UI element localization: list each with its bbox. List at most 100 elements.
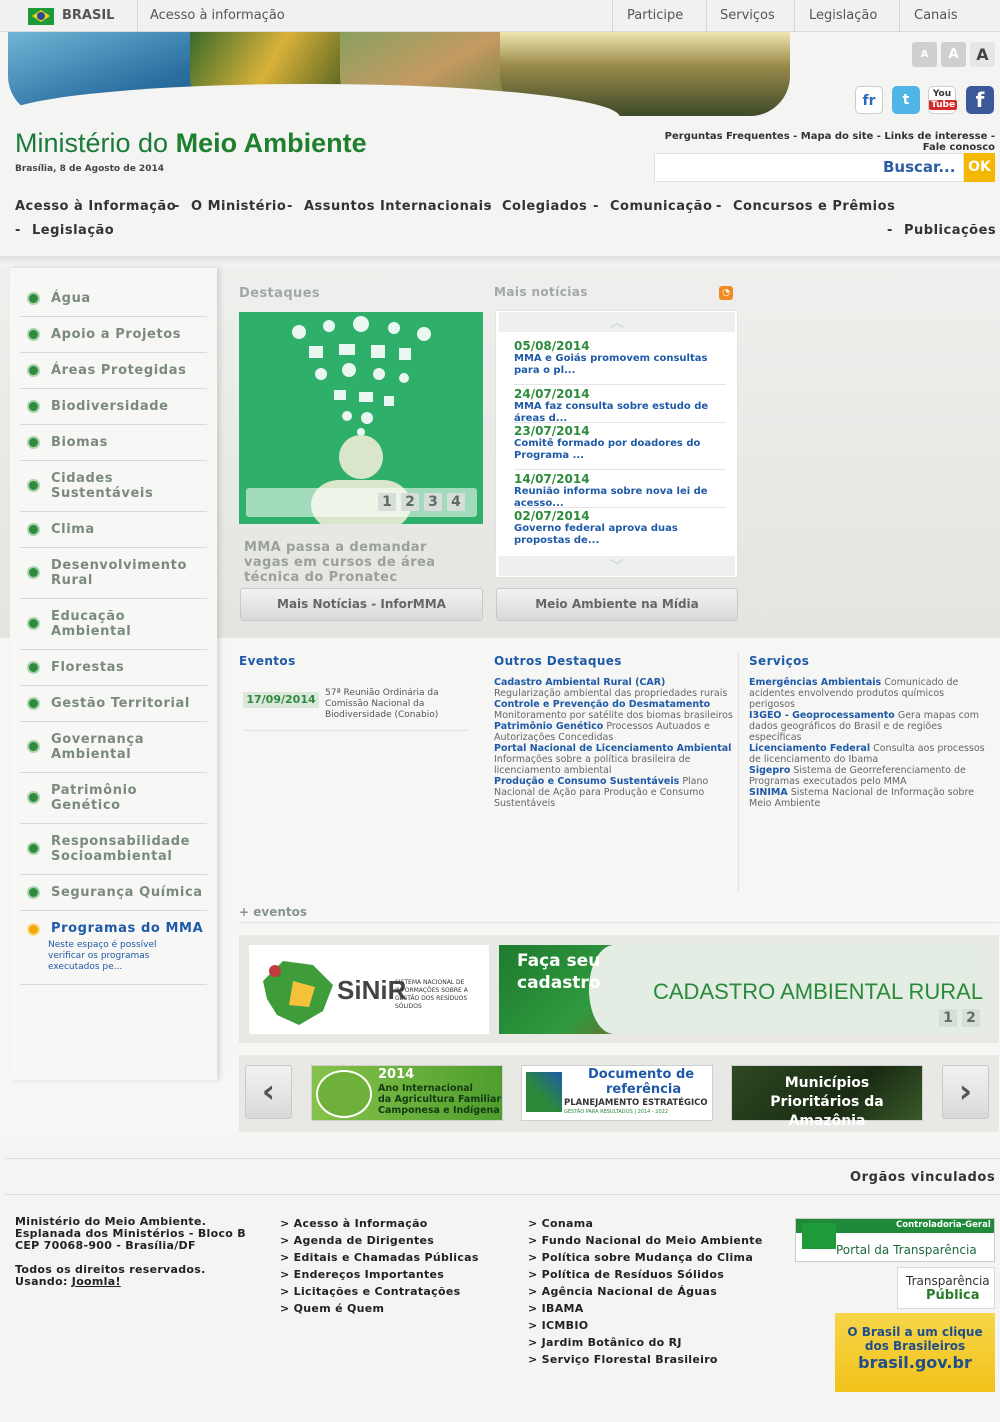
nav-legislacao[interactable]: Legislação (32, 223, 114, 238)
footer-link[interactable]: > Acesso à Informação (280, 1215, 479, 1232)
sidebar-item-seguranca-quimica[interactable]: Segurança Química (20, 875, 207, 911)
servico-item[interactable]: SINIMA Sistema Nacional de Informação so… (749, 787, 989, 809)
outro-item[interactable]: Cadastro Ambiental Rural (CAR) Regulariz… (494, 677, 734, 699)
sidebar-item-clima[interactable]: Clima (20, 512, 207, 548)
car-banner[interactable]: Faça seu cadastro CADASTRO AMBIENTAL RUR… (499, 945, 989, 1034)
nav-acesso-informacao[interactable]: Acesso à Informação (15, 199, 176, 214)
footer-link[interactable]: > Licitações e Contratações (280, 1283, 479, 1300)
footer-link[interactable]: > Fundo Nacional do Meio Ambiente (528, 1232, 763, 1249)
municipios-amazonia-banner[interactable]: Municípios Prioritários da Amazônia (731, 1065, 923, 1129)
gov-canais-link[interactable]: Canais (914, 8, 958, 23)
search-ok-button[interactable]: OK (964, 153, 995, 182)
sidebar-item-biodiversidade[interactable]: Biodiversidade (20, 389, 207, 425)
footer-link[interactable]: > Agência Nacional de Águas (528, 1283, 763, 1300)
sidebar-item-educacao-ambiental[interactable]: Educação Ambiental (20, 599, 207, 650)
footer-link[interactable]: > Conama (528, 1215, 763, 1232)
bullet-icon (27, 842, 40, 855)
sidebar-item-areas-protegidas[interactable]: Áreas Protegidas (20, 353, 207, 389)
carousel-prev-button[interactable]: ‹ (245, 1065, 292, 1119)
banner-page-2[interactable]: 2 (962, 1009, 980, 1027)
banner-page-1[interactable]: 1 (939, 1009, 957, 1027)
gov-access-info-link[interactable]: Acesso à informação (150, 8, 285, 23)
flickr-icon[interactable]: fr (855, 86, 883, 114)
rss-icon[interactable]: ◔ (719, 286, 733, 300)
facebook-icon[interactable]: f (966, 86, 994, 114)
gov-brasil-link[interactable]: BRASIL (62, 8, 114, 23)
mais-eventos-link[interactable]: + eventos (239, 905, 307, 919)
sidebar-item-biomas[interactable]: Biomas (20, 425, 207, 461)
news-item[interactable]: 23/07/2014 Comitê formado por doadores do… (514, 424, 726, 470)
footer-link[interactable]: > Endereços Importantes (280, 1266, 479, 1283)
sinir-banner[interactable]: SiNiR SISTEMA NACIONAL DE INFORMAÇÕES SO… (249, 945, 489, 1034)
search-label[interactable]: Buscar... (883, 158, 955, 176)
agricultura-familiar-banner[interactable]: 2014 Ano Internacional da Agricultura Fa… (311, 1065, 503, 1121)
outro-item[interactable]: Produção e Consumo Sustentáveis Plano Na… (494, 776, 734, 809)
footer-link[interactable]: > Serviço Florestal Brasileiro (528, 1351, 763, 1368)
footer-link[interactable]: > Editais e Chamadas Públicas (280, 1249, 479, 1266)
destaque-page-4[interactable]: 4 (447, 493, 465, 511)
footer-link[interactable]: > Política de Resíduos Sólidos (528, 1266, 763, 1283)
brasil-gov-banner[interactable]: O Brasil a um clique dos Brasileiros bra… (835, 1313, 995, 1392)
evento-text[interactable]: 57ª Reunião Ordinária da Comissão Nacion… (325, 688, 465, 721)
chevron-down-icon[interactable]: ﹀ (499, 556, 735, 576)
font-smaller-button[interactable]: A (912, 42, 937, 67)
destaque-page-3[interactable]: 3 (424, 493, 442, 511)
gov-participe-link[interactable]: Participe (627, 8, 683, 23)
nav-comunicacao[interactable]: Comunicação (610, 199, 712, 214)
footer-link[interactable]: > IBAMA (528, 1300, 763, 1317)
mais-noticias-title: Mais notícias (494, 285, 588, 299)
sidebar-item-apoio-projetos[interactable]: Apoio a Projetos (20, 317, 207, 353)
servico-item[interactable]: Sigepro Sistema de Georreferenciamento d… (749, 765, 989, 787)
carousel-next-button[interactable]: › (942, 1065, 989, 1119)
servico-item[interactable]: I3GEO - Geoprocessamento Gera mapas com … (749, 710, 989, 743)
footer-link[interactable]: > Agenda de Dirigentes (280, 1232, 479, 1249)
font-bigger-button[interactable]: A (970, 42, 995, 67)
nav-publicacoes[interactable]: Publicações (904, 223, 996, 238)
destaque-page-1[interactable]: 1 (378, 493, 396, 511)
transparencia-publica-banner[interactable]: Transparência Pública (897, 1267, 995, 1309)
gov-legislacao-link[interactable]: Legislação (809, 8, 877, 23)
footer-link[interactable]: > Política sobre Mudança do Clima (528, 1249, 763, 1266)
top-links[interactable]: Perguntas Frequentes - Mapa do site - Li… (640, 131, 995, 153)
sidebar-item-governanca-ambiental[interactable]: Governança Ambiental (20, 722, 207, 773)
sidebar-item-cidades-sustentaveis[interactable]: Cidades Sustentáveis (20, 461, 207, 512)
sidebar-item-patrimonio-genetico[interactable]: Patrimônio Genético (20, 773, 207, 824)
news-item[interactable]: 02/07/2014 Governo federal aprova duas pr… (514, 509, 726, 546)
sidebar-item-responsabilidade-socioambiental[interactable]: Responsabilidade Socioambiental (20, 824, 207, 875)
sidebar-item-gestao-territorial[interactable]: Gestão Territorial (20, 686, 207, 722)
destaque-caption[interactable]: MMA passa a demandar vagas em cursos de … (244, 540, 476, 585)
portal-transparencia-banner[interactable]: Controladoria-Geral Portal da Transparên… (795, 1218, 995, 1262)
nav-colegiados[interactable]: Colegiados (502, 199, 587, 214)
nav-concursos-premios[interactable]: Concursos e Prêmios (733, 199, 895, 214)
gov-servicos-link[interactable]: Serviços (720, 8, 775, 23)
nav-assuntos-internacionais[interactable]: Assuntos Internacionais (304, 199, 492, 214)
site-title[interactable]: Ministério do Meio Ambiente (15, 128, 367, 159)
news-item[interactable]: 05/08/2014 MMA e Goiás promovem consultas… (514, 339, 726, 385)
sidebar-item-programas-mma[interactable]: Programas do MMA Neste espaço é possível… (20, 911, 207, 985)
planejamento-estrategico-banner[interactable]: Documento de referência PLANEJAMENTO EST… (521, 1065, 713, 1121)
servico-item[interactable]: Emergências Ambientais Comunicado de aci… (749, 677, 989, 710)
servico-item[interactable]: Licenciamento Federal Consulta aos proce… (749, 743, 989, 765)
destaque-page-2[interactable]: 2 (401, 493, 419, 511)
outro-item[interactable]: Controle e Prevenção do Desmatamento Mon… (494, 699, 734, 721)
news-item[interactable]: 14/07/2014 Reunião informa sobre nova lei… (514, 472, 726, 509)
news-item[interactable]: 24/07/2014 MMA faz consulta sobre estudo … (514, 387, 726, 424)
twitter-icon[interactable]: t (892, 86, 920, 114)
footer-link[interactable]: > ICMBIO (528, 1317, 763, 1334)
sidebar-item-agua[interactable]: Água (20, 282, 207, 317)
sidebar-item-desenvolvimento-rural[interactable]: Desenvolvimento Rural (20, 548, 207, 599)
chevron-up-icon[interactable]: ︿ (499, 312, 735, 332)
footer-link[interactable]: > Jardim Botânico do RJ (528, 1334, 763, 1351)
youtube-icon[interactable]: You Tube (928, 86, 958, 114)
brazil-flag-icon[interactable] (28, 8, 54, 25)
sidebar-item-florestas[interactable]: Florestas (20, 650, 207, 686)
mais-noticias-button[interactable]: Mais Notícias - InforMMA (240, 588, 483, 621)
font-normal-button[interactable]: A (941, 42, 966, 67)
chevron-down-icon (27, 923, 40, 936)
meio-ambiente-midia-button[interactable]: Meio Ambiente na Mídia (496, 588, 738, 621)
outro-item[interactable]: Portal Nacional de Licenciamento Ambient… (494, 743, 734, 776)
footer-link[interactable]: > Quem é Quem (280, 1300, 479, 1317)
nav-o-ministerio[interactable]: O Ministério (191, 199, 286, 214)
outro-item[interactable]: Patrimônio Genético Processos Autuados e… (494, 721, 734, 743)
joomla-link[interactable]: Joomla! (72, 1275, 121, 1288)
